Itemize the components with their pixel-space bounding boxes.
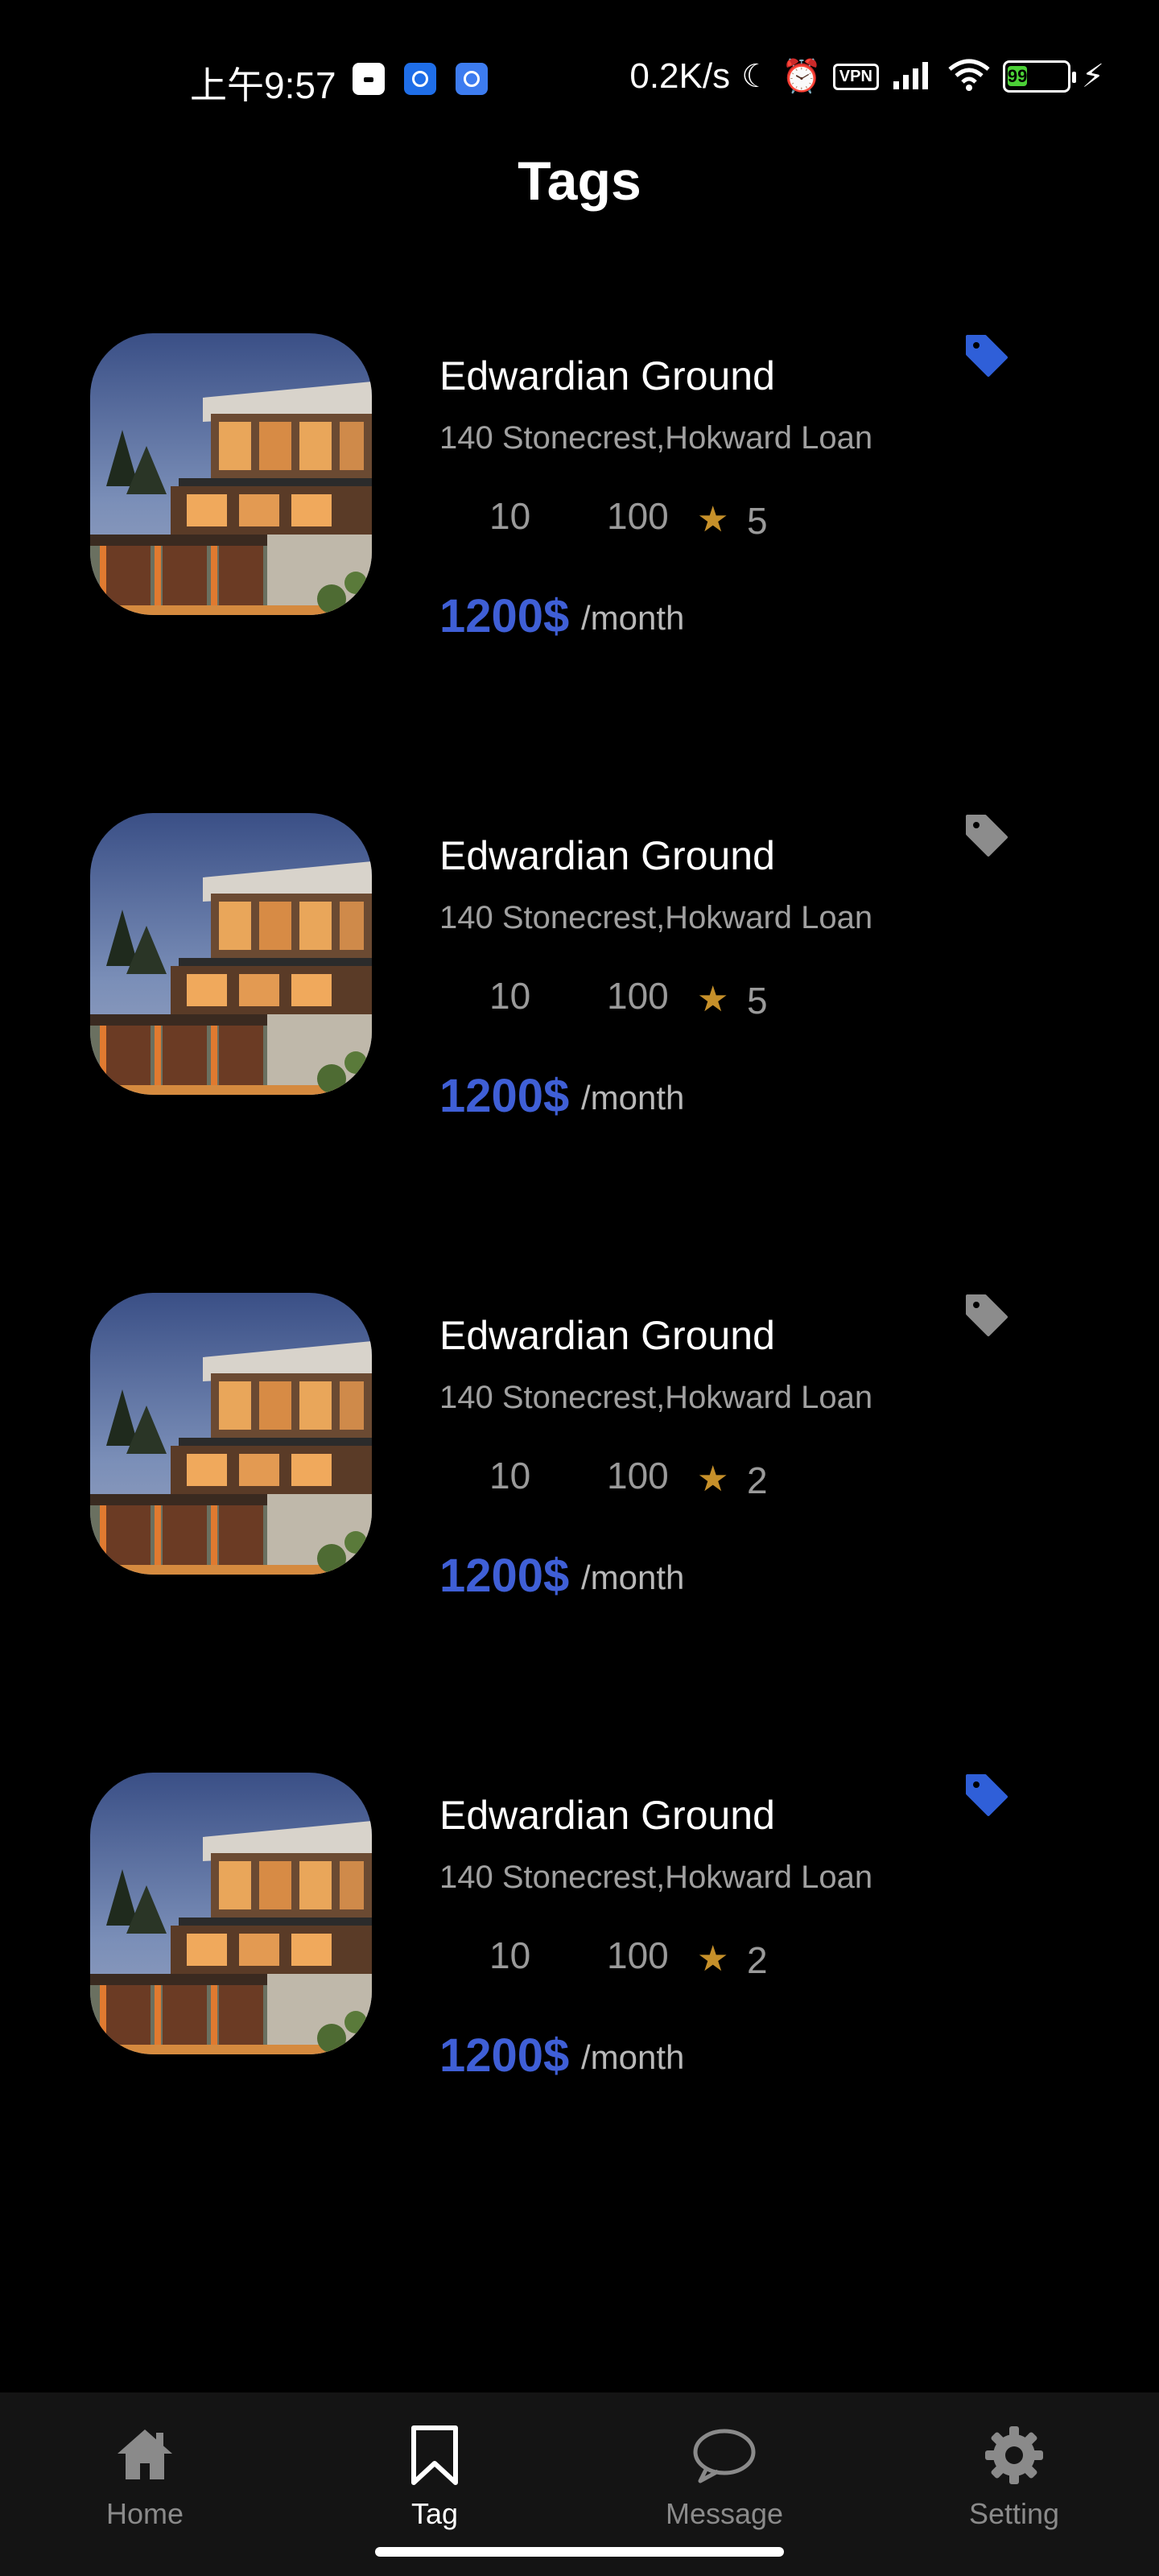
nav-item-setting[interactable]: Setting	[926, 2423, 1103, 2531]
listing-stats: 10 100 ★ 2	[439, 1934, 842, 1982]
status-time: 上午9:57	[190, 64, 336, 106]
charging-icon: ⚡	[1081, 59, 1104, 94]
vpn-badge: VPN	[832, 63, 879, 90]
tag-icon[interactable]	[964, 813, 1009, 858]
listing-area: 100	[607, 1455, 669, 1496]
listing-beds: 10	[489, 1455, 531, 1496]
notification-app-icon	[353, 63, 385, 95]
listing-period: /month	[581, 1558, 685, 1596]
listing-address: 140 Stonecrest,Hokward Loan	[439, 1380, 873, 1415]
listing-price: 1200$	[439, 1070, 570, 1122]
listing-price: 1200$	[439, 1550, 570, 1602]
home-icon	[118, 2429, 172, 2479]
status-indicators: 0.2K/s ☾ ⏰ VPN 99 ⚡	[629, 56, 1104, 97]
listing-price: 1200$	[439, 590, 570, 642]
listing-beds: 10	[489, 975, 531, 1017]
signal-icon	[890, 59, 935, 95]
listing-address: 140 Stonecrest,Hokward Loan	[439, 1860, 873, 1895]
listing-stats: 10 100 ★ 5	[439, 974, 842, 1022]
status-bar: 上午9:57 0.2K/s ☾ ⏰ VPN 99 ⚡	[0, 0, 1159, 161]
nav-item-home[interactable]: Home	[56, 2423, 233, 2531]
network-speed: 0.2K/s	[629, 56, 731, 96]
battery-indicator: 99	[1002, 60, 1076, 93]
nav-label-message: Message	[665, 2497, 784, 2530]
nav-label-setting: Setting	[968, 2497, 1060, 2530]
alarm-icon: ⏰	[781, 59, 822, 94]
listing-period: /month	[581, 1079, 685, 1117]
listing-rating: 2	[747, 1939, 768, 1981]
listing-rating: 5	[747, 500, 768, 542]
nav-item-message[interactable]: Message	[636, 2423, 813, 2531]
tag-icon[interactable]	[964, 1773, 1009, 1818]
gear-icon	[985, 2426, 1043, 2484]
listing-beds: 10	[489, 495, 531, 537]
nav-item-tag[interactable]: Tag	[346, 2423, 523, 2531]
link-app-icon	[456, 63, 488, 95]
listing-beds: 10	[489, 1934, 531, 1976]
listing-area: 100	[607, 975, 669, 1017]
listing-card[interactable]: Edwardian Ground 140 Stonecrest,Hokward …	[0, 813, 1159, 1151]
tag-icon[interactable]	[964, 333, 1009, 378]
hotspot-app-icon	[404, 63, 436, 95]
star-icon: ★	[697, 1939, 729, 1979]
chat-bubble-icon	[693, 2429, 756, 2483]
listing-card[interactable]: Edwardian Ground 140 Stonecrest,Hokward …	[0, 333, 1159, 671]
listing-name: Edwardian Ground	[439, 833, 775, 878]
listing-photo[interactable]	[90, 333, 372, 615]
listing-address: 140 Stonecrest,Hokward Loan	[439, 420, 873, 456]
listing-card[interactable]: Edwardian Ground 140 Stonecrest,Hokward …	[0, 1293, 1159, 1631]
listing-card[interactable]: Edwardian Ground 140 Stonecrest,Hokward …	[0, 1773, 1159, 2111]
page-title: Tags	[518, 151, 641, 212]
listing-price: 1200$	[439, 2029, 570, 2082]
star-icon: ★	[697, 500, 729, 539]
listing-stats: 10 100 ★ 2	[439, 1454, 842, 1502]
listing-name: Edwardian Ground	[439, 1793, 775, 1838]
listing-area: 100	[607, 1934, 669, 1976]
listing-photo[interactable]	[90, 813, 372, 1095]
listing-name: Edwardian Ground	[439, 353, 775, 398]
wifi-icon	[947, 58, 992, 96]
listing-period: /month	[581, 599, 685, 637]
star-icon: ★	[697, 980, 729, 1019]
bookmark-icon	[411, 2425, 458, 2485]
listing-name: Edwardian Ground	[439, 1313, 775, 1358]
tag-icon[interactable]	[964, 1293, 1009, 1338]
listing-photo[interactable]	[90, 1773, 372, 2054]
home-indicator[interactable]	[375, 2547, 784, 2557]
nav-label-home: Home	[105, 2497, 184, 2530]
listing-address: 140 Stonecrest,Hokward Loan	[439, 900, 873, 935]
listing-area: 100	[607, 495, 669, 537]
listing-stats: 10 100 ★ 5	[439, 494, 842, 543]
listing-rating: 2	[747, 1459, 768, 1501]
nav-label-tag: Tag	[410, 2497, 459, 2530]
listing-rating: 5	[747, 980, 768, 1022]
star-icon: ★	[697, 1459, 729, 1499]
battery-level: 99	[1007, 66, 1028, 86]
listing-period: /month	[581, 2038, 685, 2076]
moon-icon: ☾	[741, 59, 770, 94]
listing-photo[interactable]	[90, 1293, 372, 1575]
